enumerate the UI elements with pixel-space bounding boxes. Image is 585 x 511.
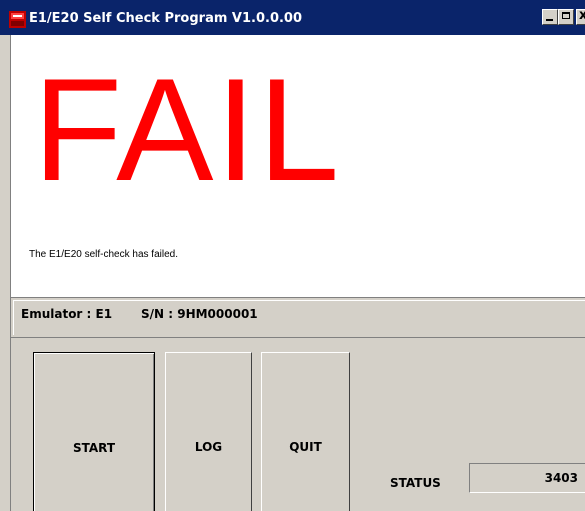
close-button[interactable]: x bbox=[576, 8, 585, 25]
title-bar[interactable]: E1/E20 Self Check Program V1.0.0.00 x bbox=[0, 0, 585, 35]
self-check-window: E1/E20 Self Check Program V1.0.0.00 x FA… bbox=[0, 0, 585, 511]
result-panel: FAIL The E1/E20 self-check has failed. bbox=[10, 35, 585, 297]
status-label: STATUS bbox=[390, 476, 441, 490]
status-field: 3403 bbox=[469, 463, 585, 493]
emulator-label: Emulator : E1 bbox=[21, 307, 113, 321]
maximize-icon bbox=[562, 12, 570, 19]
minimize-icon bbox=[546, 19, 553, 21]
quit-button[interactable]: QUIT bbox=[261, 352, 350, 511]
quit-button-label: QUIT bbox=[289, 440, 322, 454]
result-headline: FAIL bbox=[33, 48, 342, 211]
status-value: 3403 bbox=[544, 471, 578, 485]
emulator-info-bar: Emulator : E1 S/N : 9HM000001 bbox=[10, 297, 585, 338]
control-area: START LOG QUIT STATUS 3403 bbox=[10, 338, 585, 511]
serial-number-label: S/N : 9HM000001 bbox=[141, 307, 258, 321]
e1-e20-app-icon bbox=[9, 11, 26, 28]
start-button[interactable]: START bbox=[33, 352, 155, 511]
window-title: E1/E20 Self Check Program V1.0.0.00 bbox=[29, 11, 303, 26]
minimize-button[interactable] bbox=[542, 9, 558, 25]
close-icon: x bbox=[579, 8, 585, 23]
log-button-label: LOG bbox=[194, 440, 223, 454]
log-button[interactable]: LOG bbox=[165, 352, 252, 511]
result-message: The E1/E20 self-check has failed. bbox=[29, 249, 178, 260]
start-button-label: START bbox=[72, 441, 116, 455]
maximize-button[interactable] bbox=[558, 9, 574, 25]
